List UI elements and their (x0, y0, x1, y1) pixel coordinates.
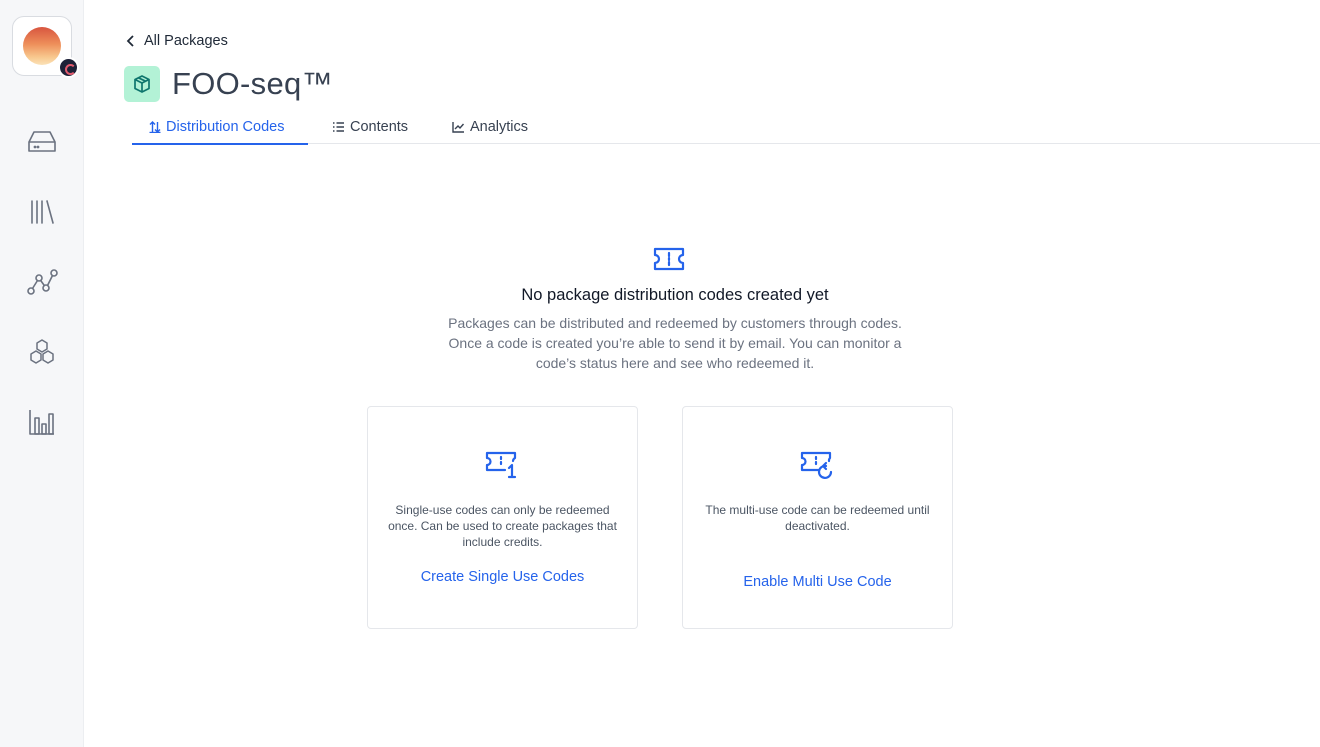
sort-arrows-icon (149, 120, 161, 133)
single-use-ticket-icon (485, 450, 521, 485)
org-badge-icon (58, 57, 79, 78)
bar-chart-icon[interactable] (25, 405, 59, 439)
tab-label: Distribution Codes (166, 118, 285, 135)
ticket-icon (652, 247, 686, 276)
list-icon (333, 121, 344, 132)
multi-use-ticket-icon (800, 450, 836, 485)
tab-distribution-codes[interactable]: Distribution Codes (132, 109, 308, 145)
back-link[interactable]: All Packages (126, 33, 228, 49)
line-chart-icon (452, 121, 465, 133)
tab-analytics[interactable]: Analytics (452, 109, 528, 144)
enable-multi-use-code-link[interactable]: Enable Multi Use Code (683, 574, 952, 590)
org-logo[interactable] (12, 16, 79, 78)
library-icon[interactable] (25, 195, 59, 229)
hexagons-icon[interactable] (25, 335, 59, 369)
single-use-description: Single-use codes can only be redeemed on… (388, 503, 617, 549)
tab-label: Analytics (470, 118, 529, 135)
chevron-left-icon (126, 35, 134, 47)
org-logo-sun (23, 27, 61, 65)
package-icon (124, 66, 160, 102)
tab-contents[interactable]: Contents (332, 109, 408, 144)
empty-state-description: Packages can be distributed and redeemed… (448, 315, 902, 371)
title-row: FOO-seq™ (124, 66, 333, 102)
tab-bar: Distribution Codes Contents Analytics (132, 109, 1320, 145)
inbox-icon[interactable] (25, 125, 59, 159)
back-link-label: All Packages (144, 33, 228, 49)
sidebar (0, 0, 84, 747)
single-use-card: Single-use codes can only be redeemed on… (367, 406, 638, 629)
page-title: FOO-seq™ (172, 66, 333, 101)
empty-state-title: No package distribution codes created ye… (521, 286, 829, 304)
multi-use-description: The multi-use code can be redeemed until… (705, 503, 930, 533)
multi-use-card: The multi-use code can be redeemed until… (682, 406, 953, 629)
tab-label: Contents (350, 118, 409, 135)
create-single-use-codes-link[interactable]: Create Single Use Codes (368, 569, 637, 585)
